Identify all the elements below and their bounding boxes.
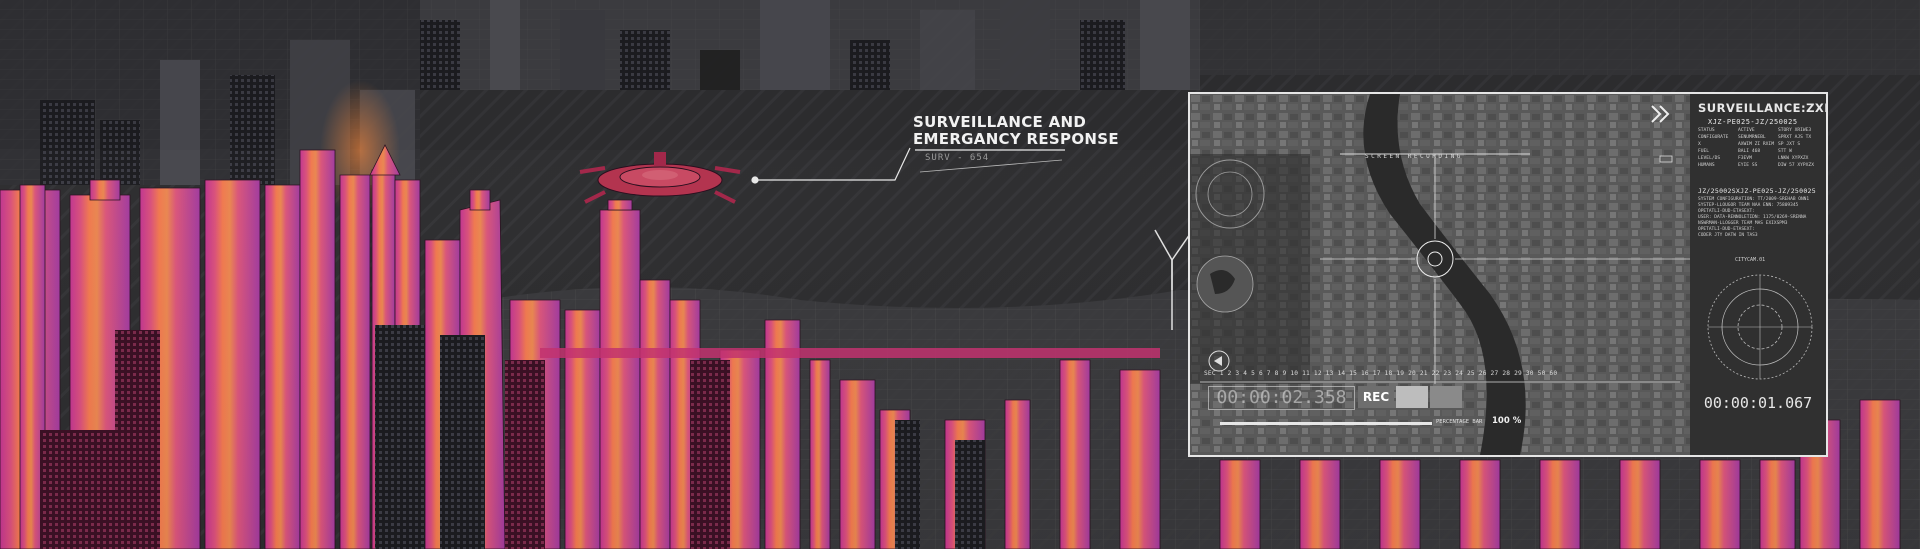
side-title: SURVEILLANCE:ZXL/0	[1698, 101, 1826, 115]
rec-swatch-light	[1396, 386, 1428, 408]
status-cell: BALI 468	[1738, 149, 1761, 154]
recording-strip: SCREEN RECORDING	[1365, 153, 1463, 160]
status-row: FUEL BALI 468 STT W	[1698, 148, 1818, 155]
callout-title-line1: SURVEILLANCE AND	[913, 113, 1087, 131]
status-cell: DIW 57 XYPXZX	[1778, 163, 1814, 168]
status-cell: F3EVM	[1738, 156, 1752, 161]
timecode-side: 00:00:01.067	[1703, 394, 1813, 412]
surveillance-hud: SCREEN RECORDING SURVEILLANCE:ZXL/0 XJZ-…	[1188, 92, 1828, 457]
status-cell: ACTIVE	[1738, 128, 1755, 133]
status-row: X AXWIM ZI RXIM SP JXT S	[1698, 141, 1818, 148]
status-row: STATUS ACTIVE STORY XRIWE3	[1698, 127, 1818, 134]
status-cell: CONFIGURATE	[1698, 135, 1729, 140]
info-line: CODER JTY DATW IN TAS3	[1698, 233, 1758, 238]
status-row: CONFIGURATE SENUMRNEBL SPRXT AJS TX	[1698, 134, 1818, 141]
timecode-main: 00:00:02.358	[1208, 386, 1355, 410]
status-cell: X	[1698, 142, 1701, 147]
status-cell: AXWIM ZI RXIM	[1738, 142, 1774, 147]
status-row: HUMANS EYIE SS DIW 57 XYPXZX	[1698, 162, 1818, 169]
callout-title: SURVEILLANCE AND EMERGANCY RESPONSE	[913, 114, 1153, 148]
callout-title-line2: EMERGANCY RESPONSE	[913, 130, 1119, 148]
status-cell: LEVEL/DS	[1698, 156, 1721, 161]
status-cell: SPRXT AJS TX	[1778, 135, 1812, 140]
status-cell: STATUS	[1698, 128, 1715, 133]
percentage-value: 100 %	[1492, 416, 1522, 426]
side-code: XJZ-PE025-JZ/250025	[1708, 118, 1798, 126]
status-row: LEVEL/DS F3EVM LNKW XYPXZX	[1698, 155, 1818, 162]
citycam-label: CITYCAM.01	[1735, 257, 1766, 263]
callout-subtitle: SURV - 654	[925, 153, 990, 163]
status-cell: HUMANS	[1698, 163, 1715, 168]
side-code-2: JZ/25002SXJZ-PE025-JZ/250025	[1698, 187, 1816, 195]
status-cell: SENUMRNEBL	[1738, 135, 1766, 140]
radar-icon	[1707, 274, 1813, 380]
status-cell: LNKW XYPXZX	[1778, 156, 1809, 161]
info-lines: SYSTEM CONFIGURATION: TT/2009-SREHAB ONN…	[1698, 197, 1820, 239]
rec-swatch-dark	[1430, 386, 1462, 408]
percentage-label: PERCENTAGE BAR	[1436, 419, 1483, 425]
rec-button[interactable]: REC	[1358, 386, 1394, 408]
status-cell: FUEL	[1698, 149, 1710, 154]
percentage-bar	[1220, 422, 1432, 425]
status-cell: STORY XRIWE3	[1778, 128, 1812, 133]
seconds-ruler: SEC 1 2 3 4 5 6 7 8 9 10 11 12 13 14 15 …	[1204, 370, 1558, 377]
status-cell: STT W	[1778, 149, 1792, 154]
status-table: STATUS ACTIVE STORY XRIWE3 CONFIGURATE SENUM…	[1698, 127, 1818, 169]
status-cell: EYIE SS	[1738, 163, 1758, 168]
status-cell: SP JXT S	[1778, 142, 1801, 147]
